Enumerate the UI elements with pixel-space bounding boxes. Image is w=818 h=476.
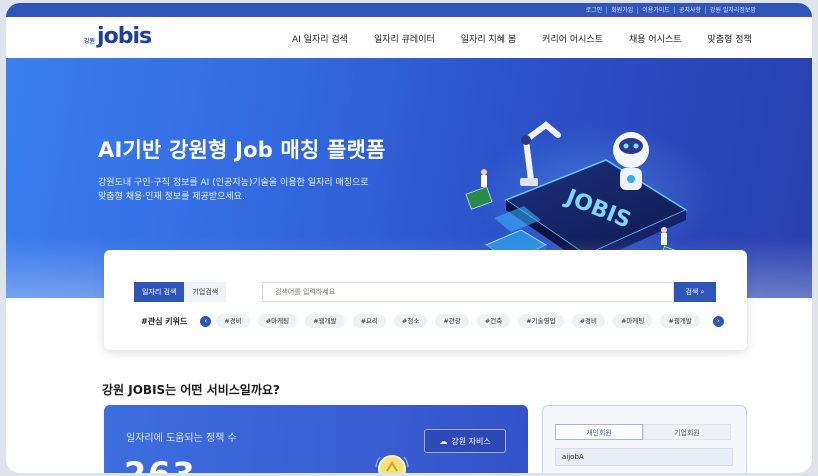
chevron-right-icon[interactable]: › [712, 315, 724, 327]
services-heading: 강원 JOBIS는 어떤 서비스일까요? [102, 383, 280, 397]
search-input[interactable] [262, 282, 674, 302]
site-logo[interactable]: 강원 jobis [84, 24, 152, 49]
tab-company-search[interactable]: 기업검색 [184, 282, 227, 302]
keyword-chip[interactable]: #청소 [393, 314, 428, 328]
policy-stat-card: 일자리에 도움되는 정책 수 263 ☁ 강원 자비스 [104, 405, 528, 473]
search-button-label: 검색 [685, 288, 699, 296]
notice-link[interactable]: 공지사항 [673, 6, 705, 14]
signup-link[interactable]: 회원가입 [606, 6, 637, 14]
keyword-row: #관심 키워드 ‹ #경비 #마케팅 #웹개발 #요리 #청소 #관광 #건축 … [141, 314, 729, 328]
policy-count-value: 263 [124, 455, 197, 473]
browser-frame: 로그인 회원가입 이용가이드 공지사항 강원 일자리정보망 강원 jobis A… [6, 3, 812, 473]
logo-prefix: 강원 [84, 38, 96, 45]
keyword-chip[interactable]: #마케팅 [612, 314, 653, 328]
gangwon-jarvis-label: 강원 자비스 [451, 436, 491, 446]
tab-job-search[interactable]: 일자리 검색 [134, 282, 185, 302]
keyword-chip[interactable]: #웹개발 [305, 314, 345, 328]
login-panel: 개인회원 기업회원 [542, 405, 747, 473]
tab-personal-member[interactable]: 개인회원 [555, 424, 643, 440]
nav-item-job-curator[interactable]: 일자리 큐레이터 [374, 32, 435, 45]
search-panel: 일자리 검색 기업검색 검색 ⌕ #관심 키워드 ‹ #경비 #마케팅 #웹개발… [104, 250, 747, 350]
keyword-chip[interactable]: #경비 [571, 314, 605, 328]
keyword-chip[interactable]: #마케팅 [257, 314, 298, 328]
policy-count-label: 일자리에 도움되는 정책 수 [126, 433, 237, 444]
keyword-chip[interactable]: #관광 [435, 314, 469, 328]
keyword-chip[interactable]: #웹개발 [660, 314, 700, 328]
tab-company-member[interactable]: 기업회원 [643, 424, 731, 440]
hero-title: AI기반 강원형 Job 매칭 플랫폼 [98, 138, 386, 162]
hero-desc-line2: 맞춤형 채용·인재 정보를 제공받으세요. [98, 192, 245, 202]
nav-item-job-wisdom[interactable]: 일자리 지혜 봄 [461, 32, 516, 45]
nav-item-career-assist[interactable]: 커리어 어시스트 [542, 32, 603, 45]
search-button[interactable]: 검색 ⌕ [674, 282, 716, 302]
member-type-tabs: 개인회원 기업회원 [555, 424, 731, 440]
hero-desc-line1: 강원도내 구인·구직 정보를 AI (인공지능)기술을 이용한 일자리 매칭으로 [98, 178, 369, 188]
nav-item-ai-job-search[interactable]: AI 일자리 검색 [292, 32, 348, 45]
gangwon-jobinfo-link[interactable]: 강원 일자리정보망 [704, 6, 760, 14]
keyword-chip[interactable]: #기술영업 [518, 314, 564, 328]
nav-item-hiring-assist[interactable]: 채용 어시스트 [629, 32, 682, 45]
login-link[interactable]: 로그인 [582, 7, 607, 14]
chevron-left-icon[interactable]: ‹ [200, 315, 212, 327]
guide-link[interactable]: 이용가이드 [637, 6, 674, 14]
hero-description: 강원도내 구인·구직 정보를 AI (인공지능)기술을 이용한 일자리 매칭으로… [98, 176, 428, 204]
utility-bar: 로그인 회원가입 이용가이드 공지사항 강원 일자리정보망 [6, 3, 812, 17]
nav-menu: AI 일자리 검색 일자리 큐레이터 일자리 지혜 봄 커리어 어시스트 채용 … [292, 32, 778, 45]
keyword-chip[interactable]: #요리 [352, 314, 386, 328]
main-nav: 강원 jobis AI 일자리 검색 일자리 큐레이터 일자리 지혜 봄 커리어… [6, 17, 812, 58]
lightbulb-icon [375, 455, 409, 473]
keyword-label: #관심 키워드 [141, 316, 188, 326]
user-id-field[interactable] [555, 448, 733, 466]
logo-wordmark: jobis [97, 24, 152, 49]
keyword-chip[interactable]: #경비 [216, 314, 250, 328]
keyword-chip[interactable]: #건축 [476, 314, 511, 328]
search-type-tabs: 일자리 검색 기업검색 [134, 282, 227, 302]
robot-icon: ☁ [439, 436, 448, 446]
nav-item-custom-policy[interactable]: 맞춤형 정책 [708, 32, 752, 45]
search-icon: ⌕ [698, 288, 705, 296]
gangwon-jarvis-button[interactable]: ☁ 강원 자비스 [424, 429, 506, 453]
